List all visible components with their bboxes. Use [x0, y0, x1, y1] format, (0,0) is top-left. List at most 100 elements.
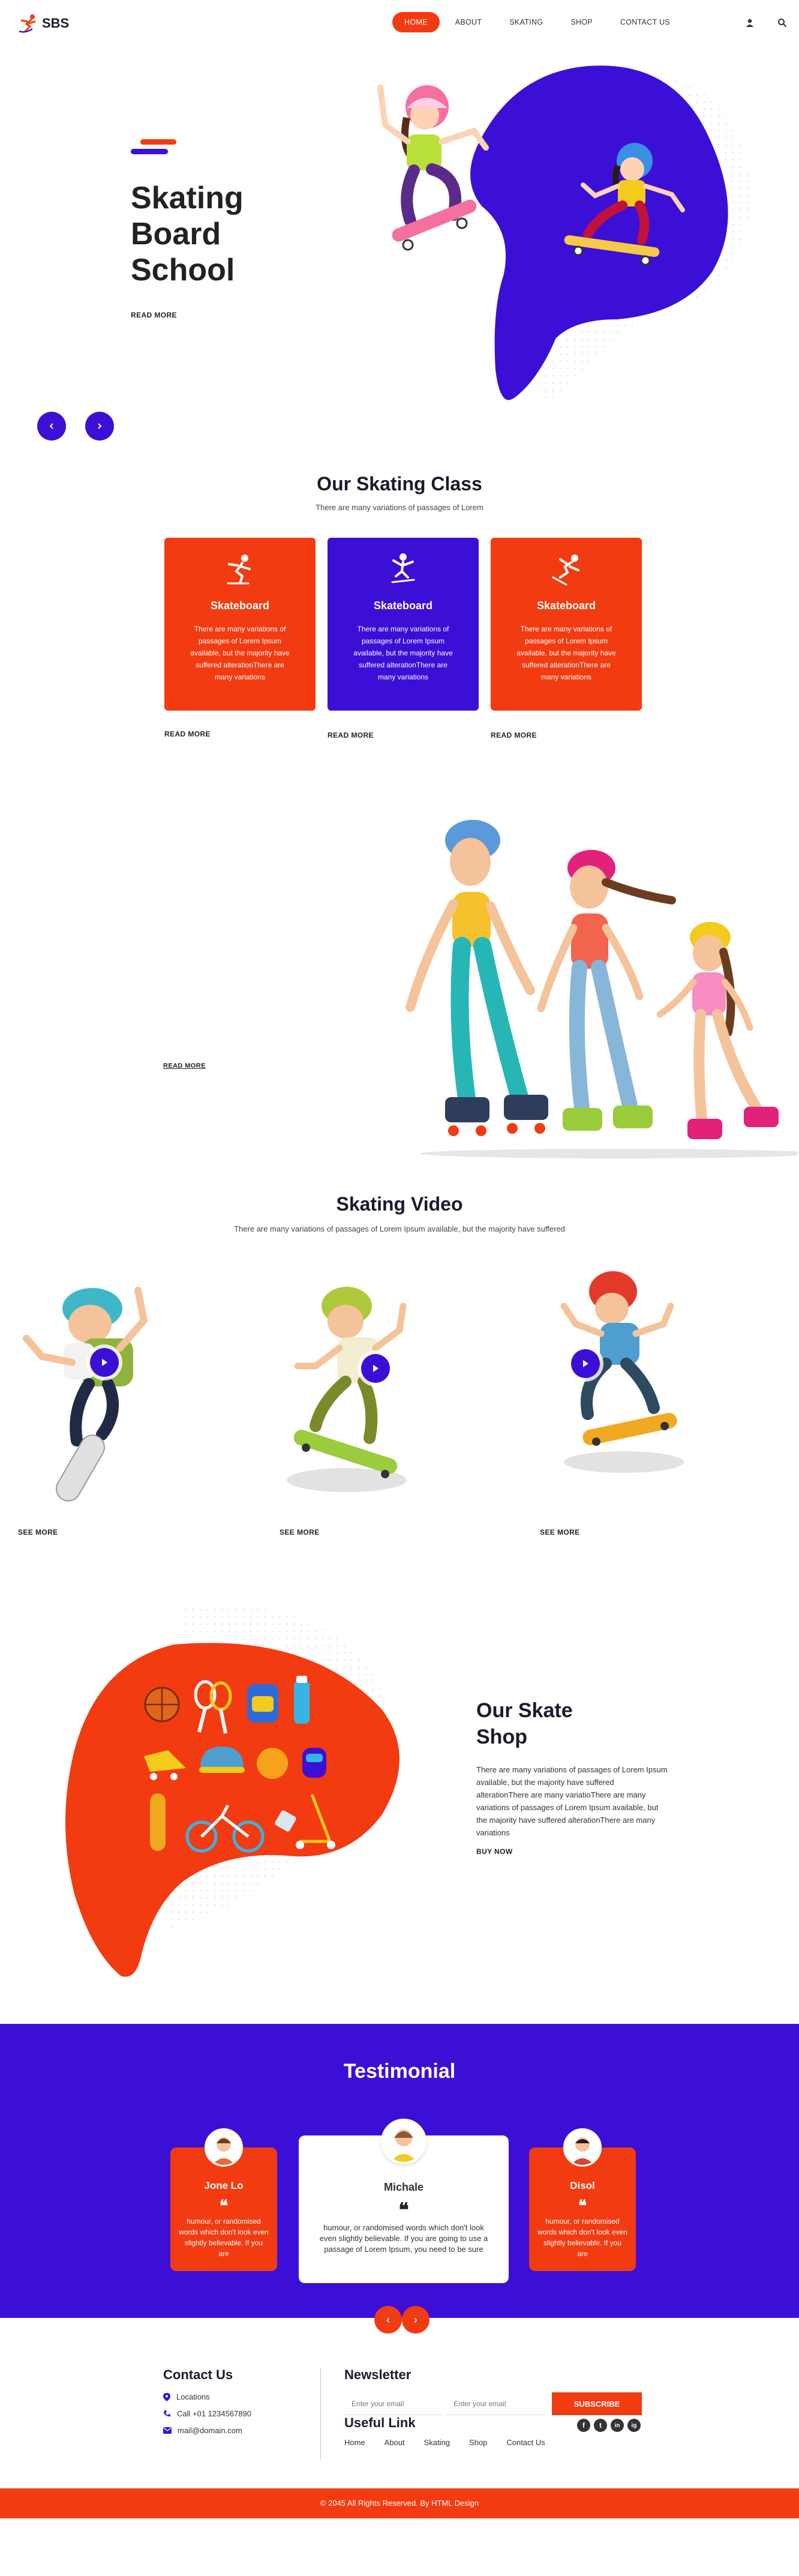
video-thumbnail-1[interactable]: [18, 1266, 180, 1506]
hero-skaters-illustration: [377, 61, 750, 405]
buy-now-link[interactable]: BUY NOW: [476, 1847, 513, 1856]
bottle-item: [294, 1676, 310, 1724]
brand-name: SBS: [42, 16, 70, 31]
video-1-play-button[interactable]: [90, 1348, 119, 1377]
footer-divider: [320, 2368, 321, 2460]
class-2-read-more-link[interactable]: READ MORE: [328, 731, 374, 739]
newsletter-email-input[interactable]: [344, 2392, 443, 2415]
person-avatar-icon: [391, 2129, 417, 2162]
testimonial-text: humour, or randomised words which don't …: [537, 2217, 627, 2258]
video-thumbnail-2[interactable]: [280, 1282, 423, 1504]
contact-location: Locations: [163, 2392, 210, 2401]
location-pin-icon: [163, 2392, 170, 2401]
skater-jump-icon: [391, 553, 415, 583]
footer-link-contact-us[interactable]: Contact Us: [506, 2438, 545, 2447]
footer-link-about[interactable]: About: [385, 2438, 405, 2447]
hero-accent-lines: [131, 139, 176, 154]
video-subtitle: There are many variations of passages of…: [234, 1224, 565, 1233]
chevron-left-icon: [49, 423, 53, 429]
quote-icon: ❝: [398, 2199, 409, 2221]
testimonial-next-button[interactable]: ›: [402, 2306, 429, 2334]
nav-about[interactable]: ABOUT: [443, 12, 494, 32]
video-2-see-more-link[interactable]: SEE MORE: [280, 1528, 320, 1536]
mom-skater: [537, 850, 676, 1131]
contact-title: Contact Us: [163, 2367, 233, 2382]
skateboard-trick-icon: [552, 555, 579, 586]
basketball-item: [144, 1687, 180, 1723]
testimonial-prev-button[interactable]: ‹: [374, 2306, 402, 2334]
testimonial-card-1: Jone Lo ❝ humour, or randomised words wh…: [170, 2128, 277, 2271]
avatar: [381, 2119, 426, 2164]
video-3-play-button[interactable]: [571, 1349, 600, 1378]
search-icon[interactable]: [777, 18, 787, 28]
classes-subtitle: There are many variations of passages of…: [316, 503, 483, 512]
testimonial-name: Disol: [570, 2180, 595, 2191]
linkedin-icon[interactable]: in: [611, 2419, 624, 2432]
class-card-title: Skateboard: [210, 600, 270, 612]
classes-title: Our Skating Class: [317, 473, 482, 495]
nav-contact-us[interactable]: CONTACT US: [608, 12, 682, 32]
skater-logo-icon: [19, 14, 36, 33]
shop-products-illustration: [61, 1604, 404, 1982]
video-thumbnail-3[interactable]: [546, 1264, 690, 1486]
copyright-bar: © 2045 All Rights Reserved. By HTML Desi…: [0, 2488, 799, 2518]
video-2-play-button[interactable]: [361, 1354, 390, 1383]
family-read-more-link[interactable]: READ MORE: [163, 1062, 206, 1070]
class-card-text: There are many variations of passages of…: [516, 625, 616, 681]
nav-shop[interactable]: SHOP: [558, 12, 605, 32]
newsletter-email-input-2[interactable]: [446, 2392, 545, 2415]
useful-links-list: Home About Skating Shop Contact Us: [344, 2438, 545, 2447]
facebook-icon[interactable]: f: [577, 2419, 590, 2432]
video-1-see-more-link[interactable]: SEE MORE: [18, 1528, 58, 1536]
quote-icon: ❝: [578, 2197, 587, 2215]
useful-links-title: Useful Link: [344, 2415, 416, 2430]
person-avatar-icon: [212, 2137, 235, 2165]
class-card-3[interactable]: Skateboard There are many variations of …: [491, 538, 642, 711]
skateboard-item: [150, 1793, 166, 1851]
testimonial-card-2: Michale ❝ humour, or randomised words wh…: [299, 2119, 509, 2283]
chevron-right-icon: [98, 423, 102, 429]
daughter-skater: [656, 922, 779, 1139]
testimonial-text: humour, or randomised words which don't …: [319, 2223, 488, 2254]
contact-email[interactable]: mail@domain.com: [163, 2426, 242, 2435]
class-3-read-more-link[interactable]: READ MORE: [491, 731, 537, 739]
quote-icon: ❝: [220, 2197, 228, 2215]
testimonial-card-3: Disol ❝ humour, or randomised words whic…: [529, 2128, 636, 2271]
testimonial-name: Jone Lo: [204, 2180, 244, 2191]
contact-phone[interactable]: Call +01 1234567890: [163, 2409, 251, 2418]
hero-prev-arrow[interactable]: [37, 412, 66, 441]
backpack-item: [247, 1684, 278, 1723]
video-title: Skating Video: [336, 1193, 463, 1215]
footer-link-shop[interactable]: Shop: [469, 2438, 487, 2447]
play-icon: [373, 1365, 379, 1372]
hero-read-more-link[interactable]: READ MORE: [131, 311, 177, 319]
user-icon[interactable]: [745, 18, 755, 28]
shop-description: There are many variations of passages of…: [476, 1765, 668, 1837]
nav-skating[interactable]: SKATING: [497, 12, 555, 32]
play-icon: [583, 1360, 588, 1367]
class-card-text: There are many variations of passages of…: [353, 625, 453, 681]
subscribe-button[interactable]: SUBSCRIBE: [552, 2392, 642, 2415]
nav-home[interactable]: HOME: [392, 12, 440, 32]
testimonial-title: Testimonial: [343, 2060, 456, 2083]
skater-icon: [227, 555, 251, 585]
knee-pads-item: [302, 1748, 326, 1778]
video-3-see-more-link[interactable]: SEE MORE: [540, 1528, 580, 1536]
ball-item: [257, 1748, 288, 1779]
hero-title: Skating Board School: [131, 181, 244, 287]
footer-link-home[interactable]: Home: [344, 2438, 365, 2447]
instagram-icon[interactable]: ig: [627, 2419, 641, 2432]
class-1-read-more-link[interactable]: READ MORE: [164, 730, 211, 738]
class-card-title: Skateboard: [536, 600, 596, 612]
site-logo[interactable]: SBS: [17, 13, 69, 34]
mail-icon: [163, 2427, 172, 2434]
class-card-1[interactable]: Skateboard There are many variations of …: [164, 538, 316, 711]
twitter-icon[interactable]: t: [594, 2419, 607, 2432]
footer-link-skating[interactable]: Skating: [424, 2438, 450, 2447]
class-card-2[interactable]: Skateboard There are many variations of …: [328, 538, 479, 711]
main-nav: HOME ABOUT SKATING SHOP CONTACT US: [392, 12, 682, 32]
hero-next-arrow[interactable]: [85, 412, 114, 441]
newsletter-title: Newsletter: [344, 2367, 411, 2382]
person-avatar-icon: [571, 2137, 594, 2165]
dad-skater: [405, 820, 548, 1136]
